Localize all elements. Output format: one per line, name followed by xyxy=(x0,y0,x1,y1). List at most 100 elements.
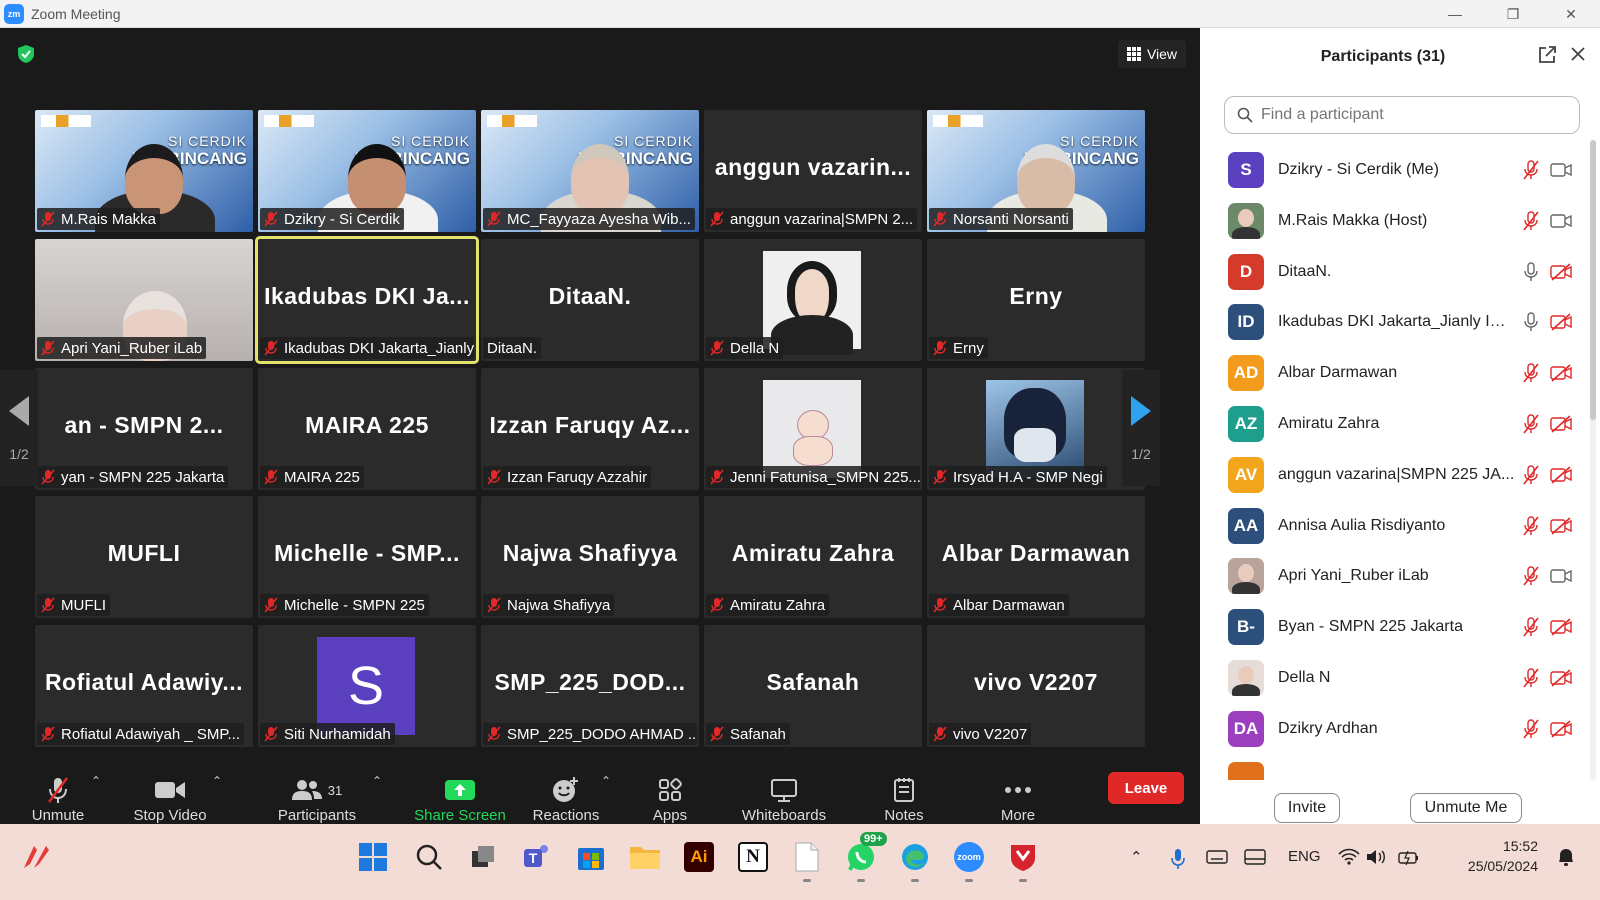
microsoft-store-icon[interactable] xyxy=(574,840,608,874)
notification-bell-icon[interactable] xyxy=(1556,846,1576,868)
shield-app-icon[interactable] xyxy=(1006,840,1040,882)
whatsapp-icon[interactable]: 99+ xyxy=(844,832,887,882)
shield-icon[interactable] xyxy=(16,44,36,64)
more-button[interactable]: More xyxy=(986,774,1050,824)
mic-muted-icon[interactable] xyxy=(1522,465,1540,485)
mic-muted-icon[interactable] xyxy=(1522,668,1540,688)
file-explorer-icon[interactable] xyxy=(628,840,662,874)
participants-scrollbar[interactable] xyxy=(1590,140,1596,780)
next-page-button[interactable]: 1/2 xyxy=(1122,370,1160,486)
video-off-icon[interactable] xyxy=(1550,262,1572,281)
participant-video-tile[interactable]: SI CERDIK BERBINCANG Norsanti Norsanti xyxy=(927,110,1145,232)
participant-list-item[interactable]: AA Annisa Aulia Risdiyanto xyxy=(1200,500,1586,552)
participant-video-tile[interactable]: Della N xyxy=(704,239,922,361)
participant-video-tile[interactable]: S Siti Nurhamidah xyxy=(258,625,476,747)
participant-video-tile[interactable]: Jenni Fatunisa_SMPN 225... xyxy=(704,368,922,490)
participant-list-item[interactable]: S Dzikry - Si Cerdik (Me) xyxy=(1200,144,1586,196)
leave-button[interactable]: Leave xyxy=(1108,772,1184,804)
video-options-caret[interactable]: ⌃ xyxy=(212,774,222,788)
mic-muted-icon[interactable] xyxy=(1522,515,1540,536)
zoom-taskbar-icon[interactable]: zoom xyxy=(952,840,986,882)
participant-video-tile[interactable]: SI CERDIK BERBINCANG M.Rais Makka xyxy=(35,110,253,232)
video-off-icon[interactable] xyxy=(1550,516,1572,535)
mic-muted-icon[interactable] xyxy=(1522,363,1540,383)
notion-icon[interactable]: N xyxy=(736,840,770,874)
stop-video-button[interactable]: Stop Video xyxy=(128,774,212,824)
pop-out-icon[interactable] xyxy=(1538,46,1556,64)
participant-video-tile[interactable]: Irsyad H.A - SMP Negi xyxy=(927,368,1145,490)
close-panel-icon[interactable] xyxy=(1570,46,1586,62)
language-indicator[interactable]: ENG xyxy=(1288,848,1321,865)
participant-search[interactable] xyxy=(1224,96,1580,134)
participant-list-item[interactable]: AV anggun vazarina|SMPN 225 JA... xyxy=(1200,449,1586,501)
participant-search-input[interactable] xyxy=(1261,106,1551,124)
share-screen-button[interactable]: Share Screen xyxy=(404,774,516,824)
invite-button[interactable]: Invite xyxy=(1274,793,1340,823)
mic-icon[interactable] xyxy=(1522,261,1540,282)
video-camera-icon[interactable] xyxy=(1550,213,1572,229)
video-off-icon[interactable] xyxy=(1550,466,1572,484)
participant-video-tile[interactable]: Najwa Shafiyya Najwa Shafiyya xyxy=(481,496,699,618)
participant-video-tile[interactable]: Ikadubas DKI Ja... Ikadubas DKI Jakarta_J… xyxy=(255,236,479,364)
participant-video-tile[interactable]: anggun vazarin... anggun vazarina|SMPN 2.… xyxy=(704,110,922,232)
participant-video-tile[interactable]: DitaaN. DitaaN. xyxy=(481,239,699,361)
participant-list-item[interactable]: D DitaaN. xyxy=(1200,246,1586,298)
video-off-icon[interactable] xyxy=(1550,618,1572,636)
participant-list-item[interactable]: Apri Yani_Ruber iLab xyxy=(1200,550,1586,602)
participant-video-tile[interactable]: Erny Erny xyxy=(927,239,1145,361)
video-camera-icon[interactable] xyxy=(1550,568,1572,584)
video-off-icon[interactable] xyxy=(1550,364,1572,382)
apps-button[interactable]: Apps xyxy=(638,774,702,824)
restore-button[interactable]: ❐ xyxy=(1484,0,1542,28)
unmute-button[interactable]: Unmute xyxy=(26,774,90,824)
participant-video-tile[interactable]: SI CERDIK BERBINCANG MC_Fayyaza Ayesha Wib… xyxy=(481,110,699,232)
teams-icon[interactable]: T xyxy=(520,840,554,874)
participant-video-tile[interactable]: Albar Darmawan Albar Darmawan xyxy=(927,496,1145,618)
task-view-icon[interactable] xyxy=(466,840,500,874)
file-icon[interactable] xyxy=(790,840,824,882)
video-camera-icon[interactable] xyxy=(1550,162,1572,178)
participant-video-tile[interactable]: Safanah Safanah xyxy=(704,625,922,747)
mic-muted-icon[interactable] xyxy=(1522,566,1540,586)
whiteboards-button[interactable]: Whiteboards xyxy=(732,774,836,824)
app-logo-icon[interactable] xyxy=(20,840,54,874)
battery-icon[interactable] xyxy=(1398,848,1420,866)
participant-video-tile[interactable]: vivo V2207 vivo V2207 xyxy=(927,625,1145,747)
participant-video-tile[interactable]: Michelle - SMP... Michelle - SMPN 225 xyxy=(258,496,476,618)
tray-mic-icon[interactable] xyxy=(1170,848,1186,870)
display-icon[interactable] xyxy=(1244,848,1266,866)
participant-video-tile[interactable]: Izzan Faruqy Az... Izzan Faruqy Azzahir xyxy=(481,368,699,490)
video-off-icon[interactable] xyxy=(1550,313,1572,331)
close-button[interactable]: ✕ xyxy=(1542,0,1600,28)
previous-page-button[interactable]: 1/2 xyxy=(0,370,38,486)
system-clock[interactable]: 15:52 25/05/2024 xyxy=(1468,836,1538,876)
unmute-me-button[interactable]: Unmute Me xyxy=(1410,793,1522,823)
edge-browser-icon[interactable] xyxy=(898,840,932,882)
participant-video-tile[interactable]: SI CERDIK BERBINCANG Dzikry - Si Cerdik xyxy=(258,110,476,232)
participants-button[interactable]: 31 Participants xyxy=(268,774,366,824)
participant-list-item[interactable]: AZ Amiratu Zahra xyxy=(1200,398,1586,450)
search-taskbar-icon[interactable] xyxy=(412,840,446,874)
reactions-options-caret[interactable]: ⌃ xyxy=(601,774,611,788)
adobe-illustrator-icon[interactable]: Ai xyxy=(682,840,716,874)
tray-overflow-caret[interactable]: ⌃ xyxy=(1130,848,1143,866)
participant-video-tile[interactable]: Amiratu Zahra Amiratu Zahra xyxy=(704,496,922,618)
participant-video-tile[interactable]: MAIRA 225 MAIRA 225 xyxy=(258,368,476,490)
participant-video-tile[interactable]: Apri Yani_Ruber iLab xyxy=(35,239,253,361)
participant-video-tile[interactable]: SMP_225_DOD... SMP_225_DODO AHMAD ... xyxy=(481,625,699,747)
participant-list-item[interactable] xyxy=(1200,754,1586,780)
volume-icon[interactable] xyxy=(1366,848,1388,866)
participant-video-tile[interactable]: Rofiatul Adawiy... Rofiatul Adawiyah _ SM… xyxy=(35,625,253,747)
participant-list-item[interactable]: Della N xyxy=(1200,652,1586,704)
minimize-button[interactable]: — xyxy=(1426,0,1484,28)
participant-list-item[interactable]: AD Albar Darmawan xyxy=(1200,347,1586,399)
participant-video-tile[interactable]: MUFLI MUFLI xyxy=(35,496,253,618)
video-off-icon[interactable] xyxy=(1550,669,1572,687)
keyboard-icon[interactable] xyxy=(1206,848,1228,866)
mic-muted-icon[interactable] xyxy=(1522,160,1540,180)
participant-list-item[interactable]: B- Byan - SMPN 225 Jakarta xyxy=(1200,601,1586,653)
mic-muted-icon[interactable] xyxy=(1522,617,1540,637)
view-button[interactable]: View xyxy=(1118,40,1186,68)
mic-icon[interactable] xyxy=(1522,312,1540,332)
participant-list-item[interactable]: M.Rais Makka (Host) xyxy=(1200,195,1586,247)
